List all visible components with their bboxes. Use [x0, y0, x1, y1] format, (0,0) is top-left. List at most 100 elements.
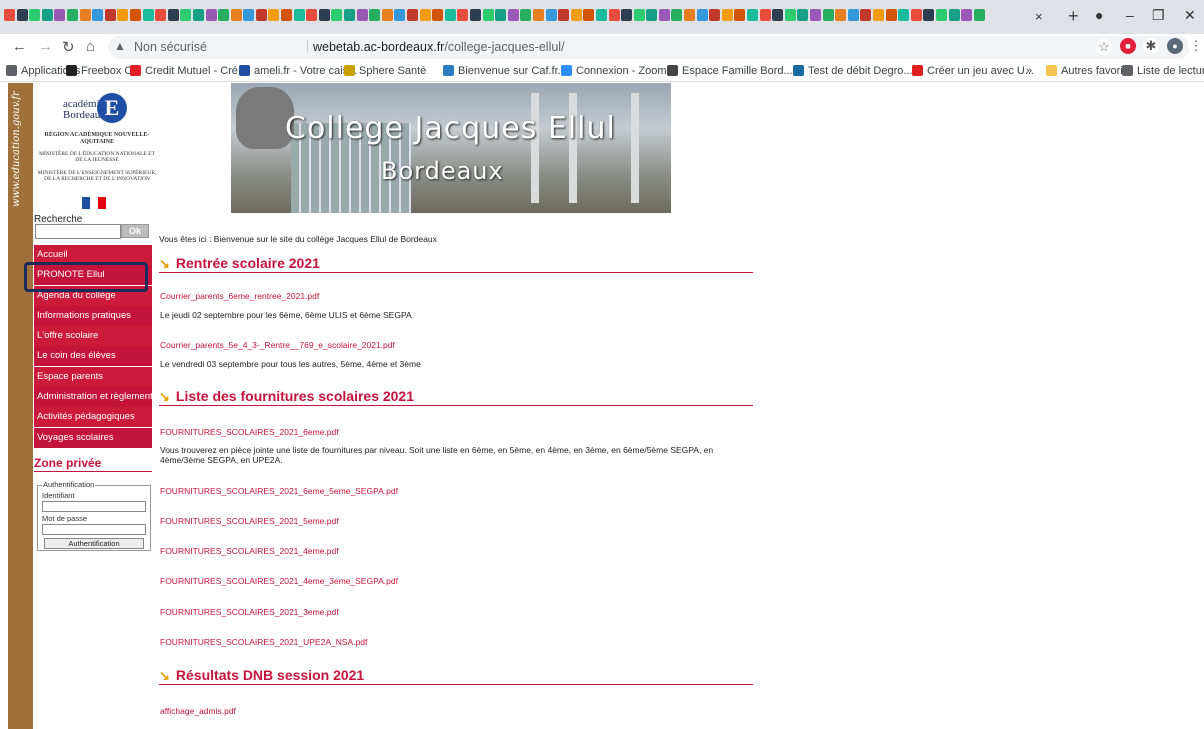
- tab-favicon-icon[interactable]: [747, 9, 759, 21]
- minimize-icon[interactable]: –: [1126, 7, 1134, 23]
- menu-item[interactable]: Administration et règlements: [34, 387, 152, 408]
- tab-favicon-icon[interactable]: [935, 9, 947, 21]
- tab-favicon-icon[interactable]: [898, 9, 910, 21]
- menu-icon[interactable]: ⋮: [1188, 38, 1204, 54]
- tab-favicon-icon[interactable]: [167, 9, 179, 21]
- tab-favicon-icon[interactable]: [734, 9, 746, 21]
- bookmark-folder[interactable]: Liste de lecture: [1122, 65, 1204, 77]
- bookmarks-overflow-icon[interactable]: »: [1026, 65, 1032, 77]
- forward-icon[interactable]: →: [38, 38, 53, 55]
- tab-favicon-icon[interactable]: [570, 9, 582, 21]
- tab-favicon-icon[interactable]: [457, 9, 469, 21]
- tab-favicon-icon[interactable]: [621, 9, 633, 21]
- avatar[interactable]: ●: [1167, 38, 1183, 54]
- pdf-link[interactable]: FOURNITURES_SCOLAIRES_2021_4eme.pdf: [160, 546, 339, 556]
- tab-favicon-icon[interactable]: [469, 9, 481, 21]
- adblock-icon[interactable]: ■: [1120, 38, 1136, 54]
- tab-favicon-icon[interactable]: [331, 9, 343, 21]
- tab-favicon-icon[interactable]: [520, 9, 532, 21]
- tab-favicon-icon[interactable]: [218, 9, 230, 21]
- tab-favicon-icon[interactable]: [230, 9, 242, 21]
- tab-favicon-icon[interactable]: [117, 9, 129, 21]
- tab-favicon-icon[interactable]: [205, 9, 217, 21]
- tab-favicon-icon[interactable]: [180, 9, 192, 21]
- menu-item[interactable]: Voyages scolaires: [34, 427, 152, 448]
- tab-favicon-icon[interactable]: [885, 9, 897, 21]
- tab-favicon-icon[interactable]: [633, 9, 645, 21]
- pdf-link[interactable]: FOURNITURES_SCOLAIRES_2021_4eme_3eme_SEG…: [160, 576, 398, 586]
- bookmark-item[interactable]: Credit Mutuel - Cré...: [130, 65, 247, 77]
- tab-favicon-icon[interactable]: [92, 9, 104, 21]
- tab-favicon-icon[interactable]: [142, 9, 154, 21]
- tab-favicon-icon[interactable]: [772, 9, 784, 21]
- tab-favicon-icon[interactable]: [709, 9, 721, 21]
- tab-favicon-icon[interactable]: [394, 9, 406, 21]
- tab-favicons[interactable]: [4, 9, 1052, 25]
- tab-favicon-icon[interactable]: [532, 9, 544, 21]
- bookmark-item[interactable]: Espace Famille Bord...: [667, 65, 793, 77]
- tab-close-icon[interactable]: ×: [1035, 9, 1043, 24]
- profile-dot-icon[interactable]: ●: [1095, 7, 1103, 23]
- bookmark-item[interactable]: Connexion - Zoom: [561, 65, 667, 77]
- bookmark-item[interactable]: ameli.fr - Votre cais...: [239, 65, 357, 77]
- close-window-icon[interactable]: ✕: [1184, 7, 1196, 24]
- tab-favicon-icon[interactable]: [797, 9, 809, 21]
- tab-favicon-icon[interactable]: [860, 9, 872, 21]
- url-text[interactable]: webetab.ac-bordeaux.fr/college-jacques-e…: [313, 40, 565, 54]
- extensions-icon[interactable]: ✱: [1143, 38, 1159, 54]
- tab-favicon-icon[interactable]: [41, 9, 53, 21]
- tab-favicon-icon[interactable]: [948, 9, 960, 21]
- menu-item[interactable]: L'offre scolaire: [34, 326, 152, 347]
- tab-favicon-icon[interactable]: [482, 9, 494, 21]
- tab-favicon-icon[interactable]: [583, 9, 595, 21]
- menu-item[interactable]: Le coin des élèves: [34, 346, 152, 367]
- warning-icon[interactable]: ▲: [114, 39, 126, 53]
- pdf-link[interactable]: FOURNITURES_SCOLAIRES_2021_5eme.pdf: [160, 516, 339, 526]
- menu-item[interactable]: Activités pédagogiques: [34, 407, 152, 428]
- tab-favicon-icon[interactable]: [847, 9, 859, 21]
- tab-favicon-icon[interactable]: [79, 9, 91, 21]
- tab-favicon-icon[interactable]: [721, 9, 733, 21]
- search-ok-button[interactable]: Ok: [121, 224, 149, 238]
- tab-favicon-icon[interactable]: [129, 9, 141, 21]
- tab-favicon-icon[interactable]: [822, 9, 834, 21]
- tab-favicon-icon[interactable]: [608, 9, 620, 21]
- pdf-link[interactable]: FOURNITURES_SCOLAIRES_2021_UPE2A_NSA.pdf: [160, 637, 367, 647]
- bookmark-folder[interactable]: Autres favoris: [1046, 65, 1128, 77]
- pdf-link[interactable]: Courrier_parents_5e_4_3-_Rentre__769_e_s…: [160, 340, 395, 350]
- tab-favicon-icon[interactable]: [344, 9, 356, 21]
- tab-favicon-icon[interactable]: [306, 9, 318, 21]
- tab-favicon-icon[interactable]: [407, 9, 418, 21]
- identifiant-input[interactable]: [42, 501, 146, 512]
- tab-favicon-icon[interactable]: [910, 9, 922, 21]
- tab-favicon-icon[interactable]: [369, 9, 381, 21]
- reload-icon[interactable]: ↻: [62, 38, 75, 56]
- search-input[interactable]: [35, 224, 121, 239]
- tab-favicon-icon[interactable]: [4, 9, 15, 21]
- academie-logo[interactable]: académie Bordeaux E RÉGION ACADÉMIQUE NOU…: [37, 85, 157, 213]
- education-gouv-link[interactable]: www.education.gouv.fr: [11, 87, 22, 207]
- tab-favicon-icon[interactable]: [104, 9, 116, 21]
- tab-favicon-icon[interactable]: [54, 9, 66, 21]
- tab-favicon-icon[interactable]: [432, 9, 444, 21]
- tab-favicon-icon[interactable]: [595, 9, 607, 21]
- tab-favicon-icon[interactable]: [29, 9, 41, 21]
- tab-favicon-icon[interactable]: [961, 9, 973, 21]
- tab-favicon-icon[interactable]: [671, 9, 683, 21]
- star-icon[interactable]: ☆: [1096, 39, 1112, 55]
- password-input[interactable]: [42, 524, 146, 535]
- tab-favicon-icon[interactable]: [658, 9, 670, 21]
- tab-favicon-icon[interactable]: [243, 9, 255, 21]
- tab-favicon-icon[interactable]: [835, 9, 847, 21]
- bookmark-item[interactable]: Test de débit Degro...: [793, 65, 913, 77]
- tab-favicon-icon[interactable]: [419, 9, 431, 21]
- tab-favicon-icon[interactable]: [155, 9, 167, 21]
- bookmark-item[interactable]: Sphere Santé: [344, 65, 426, 77]
- pdf-link[interactable]: FOURNITURES_SCOLAIRES_2021_6eme_5eme_SEG…: [160, 486, 398, 496]
- tab-favicon-icon[interactable]: [784, 9, 796, 21]
- tab-favicon-icon[interactable]: [684, 9, 696, 21]
- tab-favicon-icon[interactable]: [381, 9, 393, 21]
- tab-favicon-icon[interactable]: [646, 9, 658, 21]
- tab-favicon-icon[interactable]: [495, 9, 507, 21]
- tab-favicon-icon[interactable]: [696, 9, 708, 21]
